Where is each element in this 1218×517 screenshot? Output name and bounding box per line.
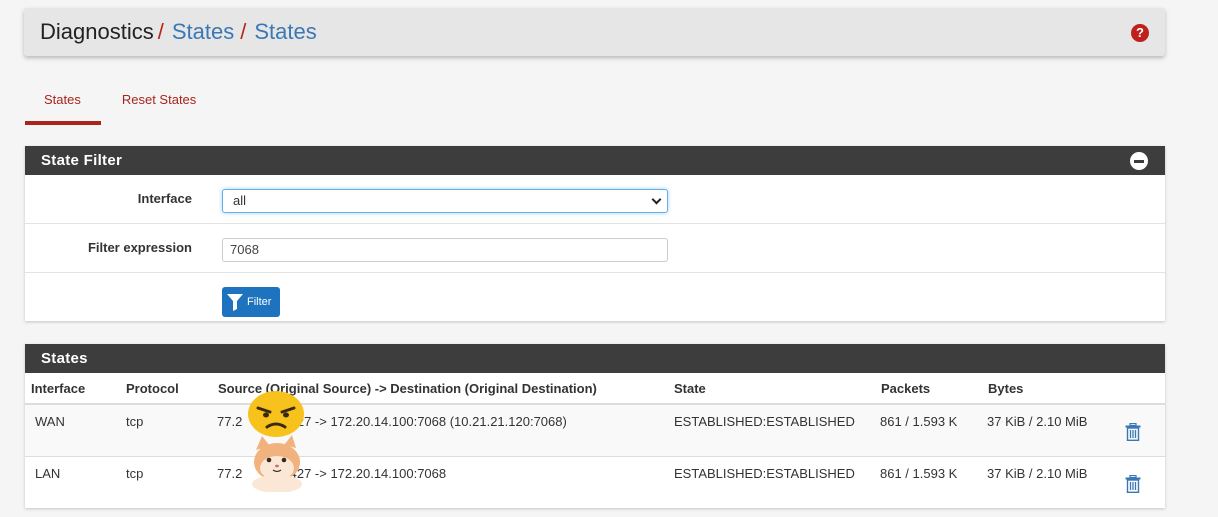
collapse-icon[interactable] [1130,152,1148,170]
breadcrumb-separator: / [240,19,247,44]
cell-protocol: tcp [120,404,212,457]
source-prefix: 77.2 [217,414,243,429]
breadcrumb-root: Diagnostics [40,19,154,44]
table-row: LAN tcp 77.2 2:59427 -> 172.20.14.100:706… [25,456,1165,508]
interface-row: Interface all [25,175,1165,224]
cell-state: ESTABLISHED:ESTABLISHED [674,465,855,481]
filter-expression-row: Filter expression 7068 [25,224,1165,273]
help-icon[interactable]: ? [1131,24,1149,42]
cell-interface: WAN [25,404,120,457]
interface-select-value: all [233,193,247,208]
filter-button-label: Filter [247,296,272,308]
column-header-packets[interactable]: Packets [875,373,982,405]
states-title: States [41,350,88,367]
cell-bytes: 37 KiB / 2.10 MiB [987,465,1088,481]
cat-sticker [252,435,302,492]
states-panel: States Interface Protocol Source (Origin… [25,344,1165,508]
interface-select[interactable]: all [222,189,668,213]
breadcrumb-separator: / [157,19,164,44]
cell-packets: 861 / 1.593 K [875,404,982,457]
trash-icon[interactable] [1125,474,1141,493]
breadcrumb-link-states-current[interactable]: States [254,19,316,45]
breadcrumb: Diagnostics / States / States ? [24,8,1165,56]
states-heading: States [25,344,1165,373]
filter-expression-input[interactable]: 7068 [222,238,668,262]
tab-states[interactable]: States [25,88,101,125]
column-header-bytes[interactable]: Bytes [982,373,1115,405]
funnel-icon [227,294,243,311]
cell-actions [1115,404,1165,457]
cell-packets: 861 / 1.593 K [880,465,958,481]
table-header-row: Interface Protocol Source (Original Sour… [25,373,1165,405]
breadcrumb-link-states[interactable]: States [172,19,234,45]
filter-button-row: Filter [25,273,1165,321]
interface-label: Interface [137,191,192,206]
filter-expression-label: Filter expression [87,240,192,255]
tab-reset-states[interactable]: Reset States [103,88,215,125]
cell-bytes: 37 KiB / 2.10 MiB [982,404,1115,457]
tab-bar: States Reset States [25,88,215,125]
cell-actions [1115,456,1165,508]
cell-protocol: tcp [126,465,144,481]
cell-interface: LAN [35,465,61,481]
cell-state: ESTABLISHED:ESTABLISHED [668,404,875,457]
state-filter-heading: State Filter [25,146,1165,175]
source-prefix: 77.2 [217,465,243,481]
trash-icon[interactable] [1125,422,1141,442]
states-table: Interface Protocol Source (Original Sour… [25,373,1165,508]
column-header-protocol[interactable]: Protocol [120,373,212,405]
chevron-down-icon [651,194,662,205]
state-filter-panel: State Filter Interface all Filter expres… [25,146,1165,321]
column-header-actions [1115,373,1165,405]
state-filter-title: State Filter [41,152,123,169]
table-row: WAN tcp 77.2 2:59427 -> 172.20.14.100:706… [25,404,1165,457]
column-header-interface[interactable]: Interface [25,373,120,405]
source-rest: 2:59427 -> 172.20.14.100:7068 (10.21.21.… [264,414,567,429]
column-header-state[interactable]: State [668,373,875,405]
filter-button[interactable]: Filter [222,287,280,317]
